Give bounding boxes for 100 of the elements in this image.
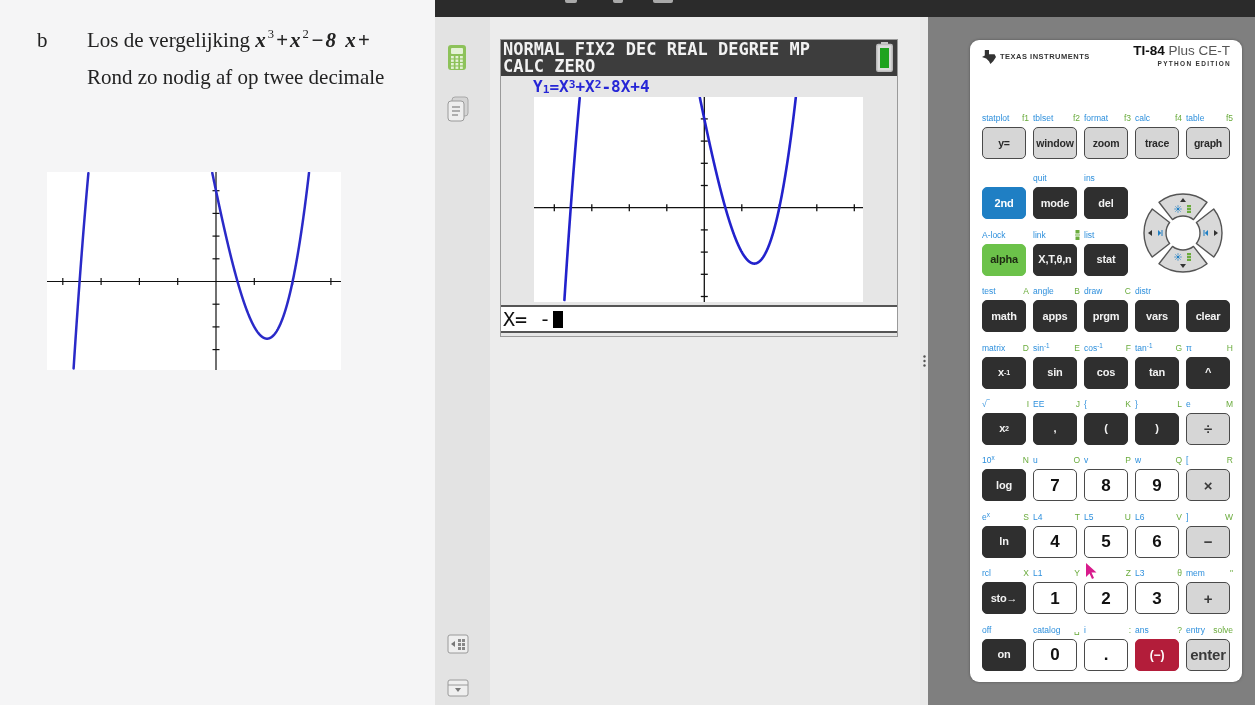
calculator-key[interactable]: apps — [1033, 300, 1077, 333]
status-text: NORMAL FIX2 DEC REAL DEGREE MP — [503, 41, 811, 58]
second-function-label: sin$^{-1}$ — [1033, 342, 1050, 353]
second-function-label: link — [1033, 229, 1046, 240]
documents-icon[interactable] — [447, 96, 469, 122]
calculator-key[interactable]: del — [1084, 187, 1128, 220]
second-function-label: tan$^{-1}$ — [1135, 342, 1153, 353]
calculator-key[interactable]: 2 — [1084, 582, 1128, 615]
alpha-function-label: A — [1023, 286, 1029, 297]
up-arrow-key[interactable] — [1157, 193, 1208, 221]
second-function-label: list — [1084, 229, 1095, 240]
down-arrow-icon — [1179, 263, 1186, 268]
calculator-key[interactable]: X,T,θ,n — [1033, 243, 1077, 276]
calculator-key[interactable]: ( — [1084, 412, 1128, 445]
calculator-key[interactable]: sin — [1033, 356, 1077, 389]
toolbar-icon[interactable] — [565, 0, 577, 3]
second-function-label: tblset — [1033, 113, 1054, 123]
second-function-label: entry — [1186, 624, 1205, 635]
calculator-key[interactable]: on — [982, 638, 1026, 671]
toolbar-icon[interactable] — [653, 0, 673, 3]
status-text: CALC ZERO — [503, 58, 597, 75]
alpha-function-label: Y — [1074, 568, 1080, 579]
skip-icon — [1203, 229, 1208, 236]
calculator-key[interactable]: mode — [1033, 187, 1077, 220]
calculator-key[interactable]: ^ — [1186, 356, 1230, 389]
calculator-key[interactable]: 1 — [1033, 582, 1077, 615]
sun-icon — [1173, 205, 1182, 213]
second-function-label: L6 — [1135, 511, 1145, 522]
question-label: b — [37, 27, 49, 54]
calculator-key[interactable]: 4 — [1033, 525, 1077, 558]
calculator-key[interactable]: zoom — [1084, 127, 1128, 159]
question-text: Los de vergelijking x$^{3}$+x$^{2}$−8 x+ — [87, 26, 373, 54]
second-function-label: draw — [1084, 286, 1103, 297]
calculator-key[interactable]: enter — [1186, 638, 1230, 671]
left-arrow-icon — [1147, 229, 1152, 236]
down-arrow-key[interactable] — [1157, 245, 1208, 273]
alpha-function-label: I — [1026, 398, 1029, 409]
alpha-function-label: N — [1022, 455, 1029, 466]
second-function-label: matrix — [982, 342, 1006, 353]
right-arrow-icon — [1213, 229, 1218, 236]
second-function-label: u — [1033, 455, 1038, 466]
second-function-label: 10$^{x}$ — [982, 455, 995, 466]
left-arrow-key[interactable] — [1142, 208, 1170, 258]
dropdown-icon[interactable] — [447, 679, 469, 697]
entry-text: X= - — [503, 308, 552, 330]
second-function-label: [ — [1186, 455, 1189, 466]
drag-handle-icon[interactable] — [922, 355, 926, 367]
calculator-key[interactable]: 8 — [1084, 469, 1128, 502]
calculator-key[interactable]: cos — [1084, 356, 1128, 389]
second-function-label: angle — [1033, 286, 1054, 297]
calculator-key[interactable]: (−) — [1135, 638, 1179, 671]
calculator-key[interactable]: ) — [1135, 412, 1179, 445]
alpha-function-label: f5 — [1225, 113, 1233, 123]
calculator-key[interactable]: alpha — [982, 243, 1026, 276]
calculator-key[interactable]: tan — [1135, 356, 1179, 389]
calculator-key[interactable]: graph — [1186, 127, 1230, 159]
calculator-key[interactable]: log — [982, 469, 1026, 502]
calculator-key[interactable]: × — [1186, 469, 1230, 502]
second-function-label: π — [1186, 342, 1192, 353]
second-function-label: statplot — [982, 113, 1010, 123]
alpha-function-label: Q — [1175, 455, 1182, 466]
calculator-key[interactable]: sto→ — [982, 582, 1026, 615]
second-function-label: L5 — [1084, 511, 1094, 522]
calculator-key[interactable]: ln — [982, 525, 1026, 558]
calculator-panel-icon[interactable] — [447, 634, 469, 654]
alpha-function-label: B — [1074, 286, 1080, 297]
alpha-function-label: W — [1224, 511, 1233, 522]
calculator-key[interactable]: 5 — [1084, 525, 1128, 558]
calculator-key[interactable]: . — [1084, 638, 1128, 671]
calculator-key[interactable]: ÷ — [1186, 412, 1230, 445]
fraction-template-icon — [1075, 229, 1080, 240]
calculator-key[interactable]: vars — [1135, 300, 1179, 333]
calculator-key[interactable]: , — [1033, 412, 1077, 445]
calculator-key[interactable]: trace — [1135, 127, 1179, 159]
toolbar-icon[interactable] — [613, 0, 623, 3]
alpha-function-label: P — [1125, 455, 1131, 466]
bars-icon — [1186, 252, 1191, 261]
calculator-key[interactable]: 9 — [1135, 469, 1179, 502]
calculator-key[interactable]: window — [1033, 127, 1077, 159]
alpha-function-label: T — [1074, 511, 1080, 522]
calculator-key[interactable]: stat — [1084, 243, 1128, 276]
calculator-key[interactable]: 3 — [1135, 582, 1179, 615]
calculator-key[interactable]: 6 — [1135, 525, 1179, 558]
calculator-key[interactable]: 0 — [1033, 638, 1077, 671]
alpha-function-label: Z — [1125, 568, 1131, 579]
calculator-key[interactable]: math — [982, 300, 1026, 333]
calculator-key[interactable]: y= — [982, 127, 1026, 159]
alpha-function-label: " — [1229, 568, 1233, 579]
calculator-key[interactable]: − — [1186, 525, 1230, 558]
calculator-icon[interactable] — [447, 44, 467, 71]
calculator-key[interactable]: 7 — [1033, 469, 1077, 502]
calculator-key[interactable]: prgm — [1084, 300, 1128, 333]
bars-icon — [1186, 204, 1191, 213]
second-function-label: w — [1135, 455, 1142, 466]
calculator-key[interactable]: clear — [1186, 300, 1230, 333]
alpha-function-label: D — [1022, 342, 1029, 353]
calculator-key[interactable]: 2nd — [982, 187, 1026, 220]
second-function-label: cos$^{-1}$ — [1084, 342, 1103, 353]
right-arrow-key[interactable] — [1195, 208, 1223, 258]
calculator-key[interactable]: + — [1186, 582, 1230, 615]
